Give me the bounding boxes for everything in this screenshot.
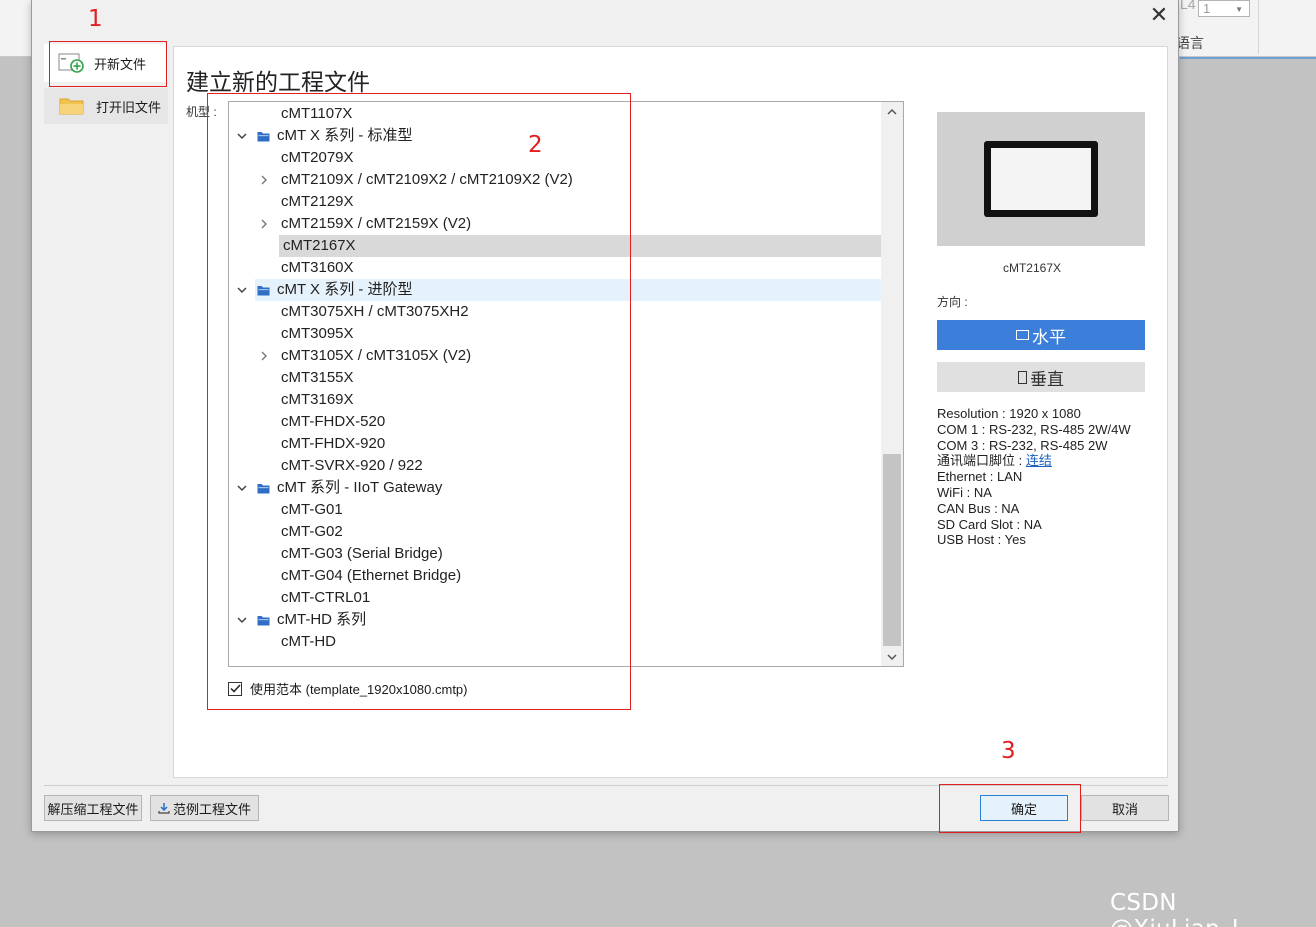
annotation-number-3: 3: [1001, 738, 1016, 764]
folder-icon: [56, 96, 88, 116]
portrait-icon: [1018, 370, 1027, 384]
scroll-up-arrow[interactable]: [881, 102, 903, 120]
example-project-button[interactable]: 范例工程文件: [150, 795, 259, 821]
spec-resolution: Resolution : 1920 x 1080: [937, 406, 1081, 421]
orientation-vertical-button[interactable]: 垂直: [937, 362, 1145, 392]
spec-ethernet: Ethernet : LAN: [937, 469, 1023, 485]
nav-open-file[interactable]: 打开旧文件: [44, 88, 168, 124]
orientation-horizontal-label: 水平: [1032, 327, 1066, 347]
device-preview: [937, 112, 1145, 246]
annotation-box-1: [49, 41, 167, 87]
background-accent-line: [1180, 57, 1316, 59]
example-project-label: 范例工程文件: [172, 801, 251, 817]
orientation-label: 方向 :: [937, 295, 968, 309]
spec-pin-label: 通讯端口脚位 :: [937, 453, 1026, 469]
background-language-label: 语言: [1176, 35, 1204, 51]
orientation-horizontal-button[interactable]: 水平: [937, 320, 1145, 350]
pin-link[interactable]: 连结: [1026, 453, 1052, 468]
preview-model-name: cMT2167X: [1002, 261, 1062, 275]
orientation-vertical-label: 垂直: [1030, 369, 1064, 389]
spec-com3: COM 3 : RS-232, RS-485 2W: [937, 437, 1108, 453]
spec-wifi: WiFi : NA: [937, 484, 992, 500]
background-spin-value: 1: [1203, 1, 1211, 16]
annotation-box-2: [207, 93, 631, 710]
page-title: 建立新的工程文件: [186, 69, 370, 95]
background-spinbox[interactable]: 1 ▼: [1198, 0, 1250, 17]
annotation-number-1: 1: [88, 6, 103, 32]
background-divider: [1258, 0, 1259, 54]
nav-open-file-label: 打开旧文件: [96, 99, 162, 115]
landscape-icon: [1016, 330, 1029, 340]
spec-sd-card: SD Card Slot : NA: [937, 516, 1042, 532]
unzip-project-button[interactable]: 解压缩工程文件: [44, 795, 142, 821]
spec-can-bus: CAN Bus : NA: [937, 500, 1020, 516]
cancel-label: 取消: [1111, 801, 1138, 817]
scroll-thumb[interactable]: [883, 454, 901, 646]
scroll-down-arrow[interactable]: [881, 648, 903, 666]
spec-usb-host: USB Host : Yes: [937, 532, 1026, 548]
spec-pin: 通讯端口脚位 : 连结: [937, 453, 1131, 469]
download-icon: [158, 802, 170, 814]
device-frame: [984, 141, 1098, 217]
background-spin-label: L4: [1180, 0, 1196, 12]
watermark: CSDN @XiuLian_L: [1110, 890, 1245, 927]
spec-com1: COM 1 : RS-232, RS-485 2W/4W: [937, 421, 1131, 437]
spec-list: Resolution : 1920 x 1080 COM 1 : RS-232,…: [937, 406, 1131, 548]
tree-scrollbar[interactable]: [881, 102, 903, 666]
annotation-box-3: [939, 784, 1081, 833]
chevron-down-icon: ▼: [1235, 5, 1243, 14]
close-icon[interactable]: ✕: [1148, 5, 1170, 28]
cancel-button[interactable]: 取消: [1081, 795, 1169, 821]
unzip-project-label: 解压缩工程文件: [47, 801, 139, 817]
